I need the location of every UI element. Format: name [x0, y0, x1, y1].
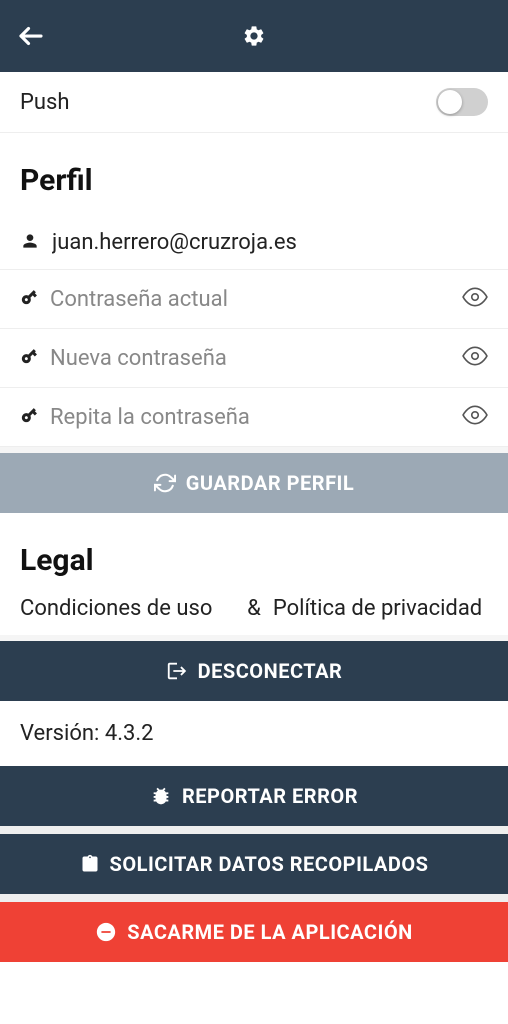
key-icon	[20, 288, 38, 310]
person-icon	[20, 231, 40, 255]
new-password-field[interactable]	[50, 346, 450, 371]
logout-icon	[166, 660, 188, 682]
legal-amp: &	[243, 596, 265, 621]
report-error-label: REPORTAR ERROR	[182, 784, 358, 808]
clipboard-icon	[80, 854, 100, 874]
show-repeat-password-button[interactable]	[462, 402, 488, 432]
eye-icon	[462, 402, 488, 428]
request-data-button[interactable]: SOLICITAR DATOS RECOPILADOS	[0, 834, 508, 894]
terms-link[interactable]: Condiciones de uso	[20, 596, 235, 621]
current-password-field[interactable]	[50, 287, 450, 312]
push-label: Push	[20, 90, 69, 115]
request-data-label: SOLICITAR DATOS RECOPILADOS	[110, 852, 429, 876]
save-profile-button[interactable]: GUARDAR PERFIL	[0, 453, 508, 513]
profile-title: Perfil	[0, 133, 508, 216]
show-current-password-button[interactable]	[462, 284, 488, 314]
email-field[interactable]	[52, 230, 488, 255]
new-password-row	[0, 329, 508, 388]
privacy-link[interactable]: Política de privacidad	[273, 596, 488, 621]
legal-title: Legal	[0, 513, 508, 596]
repeat-password-field[interactable]	[50, 405, 450, 430]
current-password-row	[0, 270, 508, 329]
gear-icon	[242, 24, 266, 48]
remove-me-label: SACARME DE LA APLICACIÓN	[127, 920, 412, 944]
push-row: Push	[0, 72, 508, 133]
eye-icon	[462, 284, 488, 310]
show-new-password-button[interactable]	[462, 343, 488, 373]
repeat-password-row	[0, 388, 508, 447]
version-label: Versión: 4.3.2	[0, 701, 508, 766]
save-profile-label: GUARDAR PERFIL	[186, 471, 354, 495]
button-stack: REPORTAR ERROR SOLICITAR DATOS RECOPILAD…	[0, 766, 508, 962]
key-icon	[20, 347, 38, 369]
settings-button[interactable]	[242, 24, 266, 48]
legal-row: Condiciones de uso & Política de privaci…	[0, 596, 508, 635]
eye-icon	[462, 343, 488, 369]
sync-icon	[154, 472, 176, 494]
key-icon	[20, 406, 38, 428]
logout-button[interactable]: DESCONECTAR	[0, 641, 508, 701]
email-row	[0, 216, 508, 270]
report-error-button[interactable]: REPORTAR ERROR	[0, 766, 508, 826]
top-bar	[0, 0, 508, 72]
remove-me-button[interactable]: SACARME DE LA APLICACIÓN	[0, 902, 508, 962]
bug-icon	[150, 785, 172, 807]
arrow-left-icon	[16, 21, 46, 51]
remove-circle-icon	[95, 921, 117, 943]
back-button[interactable]	[16, 21, 46, 51]
push-toggle[interactable]	[436, 88, 488, 116]
toggle-knob	[438, 90, 462, 114]
logout-label: DESCONECTAR	[198, 659, 343, 683]
